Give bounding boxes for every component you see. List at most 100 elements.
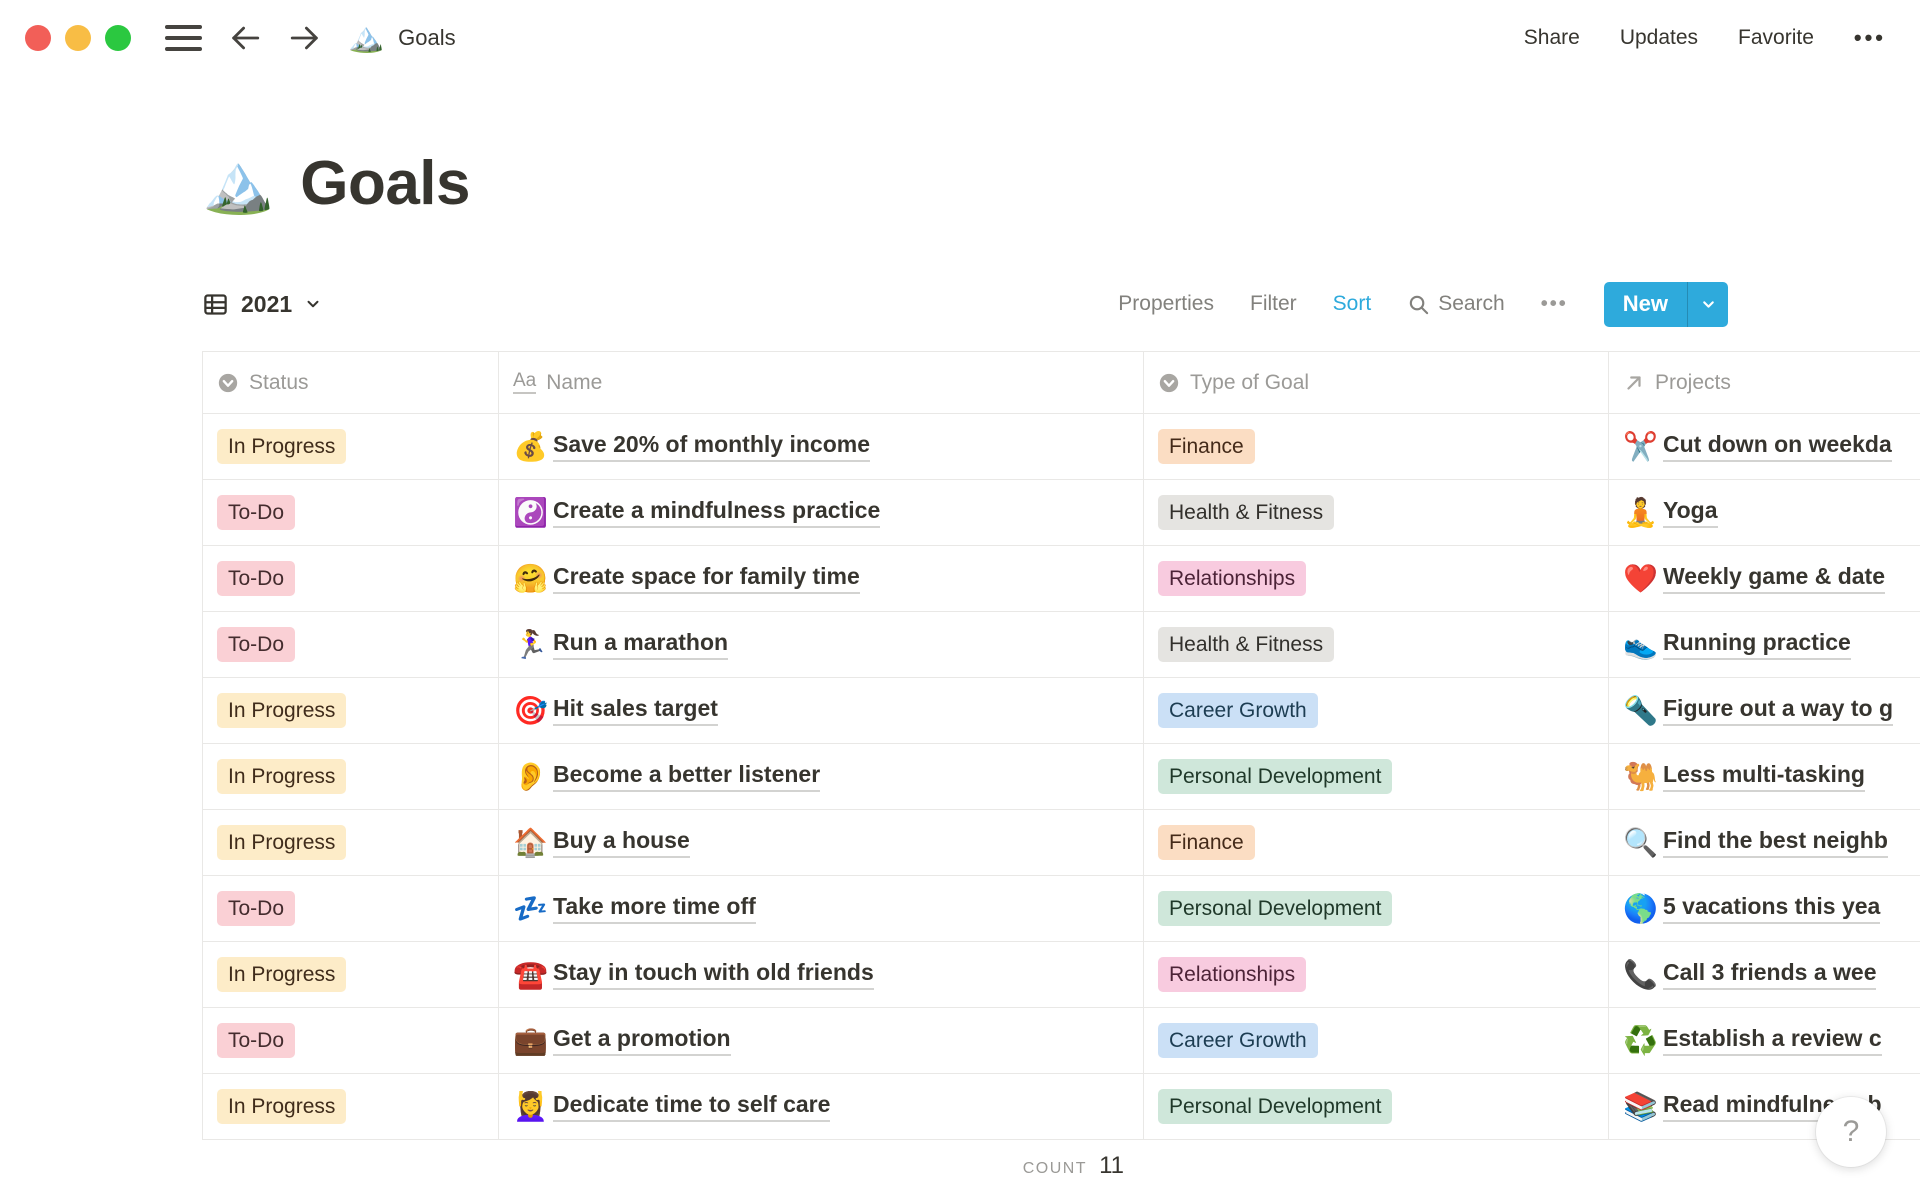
type-badge[interactable]: Career Growth: [1158, 1022, 1318, 1059]
table-row[interactable]: In Progress 🎯 Hit sales target Career Gro…: [203, 678, 1920, 744]
column-header-type-of-goal[interactable]: Type of Goal: [1144, 352, 1609, 413]
type-badge[interactable]: Health & Fitness: [1158, 626, 1335, 663]
status-badge[interactable]: In Progress: [217, 428, 347, 465]
project-link[interactable]: Find the best neighb: [1663, 827, 1888, 858]
table-view-icon: [204, 293, 227, 315]
goal-title-link[interactable]: Run a marathon: [553, 629, 729, 660]
project-link[interactable]: Cut down on weekda: [1663, 431, 1892, 462]
goal-emoji: 💆‍♀️: [513, 1090, 548, 1122]
type-badge[interactable]: Health & Fitness: [1158, 494, 1335, 531]
properties-button[interactable]: Properties: [1118, 292, 1214, 316]
project-link[interactable]: Establish a review c: [1663, 1025, 1882, 1056]
column-header-projects[interactable]: Projects: [1609, 352, 1920, 413]
more-options-icon[interactable]: •••: [1854, 25, 1886, 51]
forward-arrow-icon[interactable]: [288, 21, 322, 55]
help-button[interactable]: ?: [1816, 1097, 1886, 1167]
table-row[interactable]: In Progress 💆‍♀️ Dedicate time to self ca…: [203, 1074, 1920, 1140]
goal-emoji: 👂: [513, 760, 548, 792]
status-badge[interactable]: In Progress: [217, 692, 347, 729]
goal-title-link[interactable]: Buy a house: [553, 827, 690, 858]
goal-emoji: ☯️: [513, 496, 548, 528]
project-emoji: 🌎: [1623, 892, 1658, 924]
zoom-window-button[interactable]: [105, 25, 131, 51]
project-emoji: 📞: [1623, 958, 1658, 990]
select-property-icon: [218, 373, 238, 392]
type-badge[interactable]: Finance: [1158, 428, 1255, 465]
chevron-down-icon: [307, 300, 319, 308]
status-badge[interactable]: To-Do: [217, 560, 296, 597]
type-badge[interactable]: Relationships: [1158, 560, 1307, 597]
view-toolbar: 2021 Properties Filter Sort Search ••• N…: [202, 278, 1728, 330]
page-title[interactable]: Goals: [300, 148, 470, 219]
project-link[interactable]: Weekly game & date: [1663, 563, 1886, 594]
favorite-button[interactable]: Favorite: [1738, 26, 1814, 50]
goal-emoji: 💤: [513, 892, 548, 924]
breadcrumb-doc-title[interactable]: Goals: [398, 25, 455, 51]
status-badge[interactable]: To-Do: [217, 494, 296, 531]
table-row[interactable]: In Progress 💰 Save 20% of monthly income …: [203, 414, 1920, 480]
status-badge[interactable]: In Progress: [217, 758, 347, 795]
share-button[interactable]: Share: [1524, 26, 1580, 50]
doc-emoji-icon: 🏔️: [348, 21, 385, 54]
table-row[interactable]: In Progress 🏠 Buy a house Finance 🔍 Find t…: [203, 810, 1920, 876]
project-emoji: 🔦: [1623, 694, 1658, 726]
new-button[interactable]: New: [1603, 281, 1728, 327]
search-button[interactable]: Search: [1407, 292, 1505, 316]
back-arrow-icon[interactable]: [228, 21, 262, 55]
status-badge[interactable]: In Progress: [217, 1088, 347, 1125]
goal-title-link[interactable]: Become a better listener: [553, 761, 821, 792]
table-row[interactable]: To-Do ☯️ Create a mindfulness practice He…: [203, 480, 1920, 546]
goal-emoji: ☎️: [513, 958, 548, 990]
table-row[interactable]: In Progress ☎️ Stay in touch with old fri…: [203, 942, 1920, 1008]
close-window-button[interactable]: [25, 25, 51, 51]
goal-title-link[interactable]: Get a promotion: [553, 1025, 731, 1056]
table-row[interactable]: To-Do 💤 Take more time off Personal Devel…: [203, 876, 1920, 942]
table-row[interactable]: To-Do 🤗 Create space for family time Rela…: [203, 546, 1920, 612]
view-switcher[interactable]: 2021: [202, 291, 322, 318]
goal-title-link[interactable]: Create space for family time: [553, 563, 860, 594]
goal-title-link[interactable]: Save 20% of monthly income: [553, 431, 870, 462]
table-row[interactable]: To-Do 💼 Get a promotion Career Growth ♻️ E…: [203, 1008, 1920, 1074]
title-property-icon: Aa: [513, 370, 537, 395]
type-badge[interactable]: Career Growth: [1158, 692, 1318, 729]
status-badge[interactable]: To-Do: [217, 1022, 296, 1059]
project-link[interactable]: 5 vacations this yea: [1663, 893, 1881, 924]
goal-title-link[interactable]: Create a mindfulness practice: [553, 497, 881, 528]
table-row[interactable]: In Progress 👂 Become a better listener Pe…: [203, 744, 1920, 810]
goal-title-link[interactable]: Take more time off: [553, 893, 756, 924]
project-link[interactable]: Yoga: [1663, 497, 1718, 528]
goal-title-link[interactable]: Hit sales target: [553, 695, 718, 726]
view-more-options-icon[interactable]: •••: [1541, 293, 1568, 316]
type-badge[interactable]: Finance: [1158, 824, 1255, 861]
goal-title-link[interactable]: Dedicate time to self care: [553, 1091, 831, 1122]
goals-table: Status Aa Name Type of Goal Projects In …: [202, 351, 1920, 1140]
status-badge[interactable]: In Progress: [217, 956, 347, 993]
page-emoji-icon[interactable]: 🏔️: [202, 154, 274, 213]
goal-emoji: 💰: [513, 430, 548, 462]
sidebar-menu-icon[interactable]: [165, 25, 202, 51]
type-badge[interactable]: Personal Development: [1158, 758, 1393, 795]
type-badge[interactable]: Relationships: [1158, 956, 1307, 993]
filter-button[interactable]: Filter: [1250, 292, 1297, 316]
table-footer-count[interactable]: COUNT 11: [499, 1152, 1144, 1180]
new-button-label[interactable]: New: [1604, 282, 1687, 327]
column-header-status[interactable]: Status: [203, 352, 499, 413]
project-emoji: 👟: [1623, 628, 1658, 660]
project-link[interactable]: Call 3 friends a wee: [1663, 959, 1877, 990]
goal-title-link[interactable]: Stay in touch with old friends: [553, 959, 874, 990]
project-emoji: ❤️: [1623, 562, 1658, 594]
updates-button[interactable]: Updates: [1620, 26, 1698, 50]
project-link[interactable]: Running practice: [1663, 629, 1851, 660]
column-header-name[interactable]: Aa Name: [499, 352, 1144, 413]
type-badge[interactable]: Personal Development: [1158, 890, 1393, 927]
status-badge[interactable]: In Progress: [217, 824, 347, 861]
sort-button[interactable]: Sort: [1333, 292, 1372, 316]
status-badge[interactable]: To-Do: [217, 890, 296, 927]
table-row[interactable]: To-Do 🏃‍♀️ Run a marathon Health & Fitnes…: [203, 612, 1920, 678]
new-button-caret-icon[interactable]: [1688, 282, 1728, 327]
minimize-window-button[interactable]: [65, 25, 91, 51]
type-badge[interactable]: Personal Development: [1158, 1088, 1393, 1125]
status-badge[interactable]: To-Do: [217, 626, 296, 663]
project-link[interactable]: Less multi-tasking: [1663, 761, 1865, 792]
project-link[interactable]: Figure out a way to g: [1663, 695, 1894, 726]
